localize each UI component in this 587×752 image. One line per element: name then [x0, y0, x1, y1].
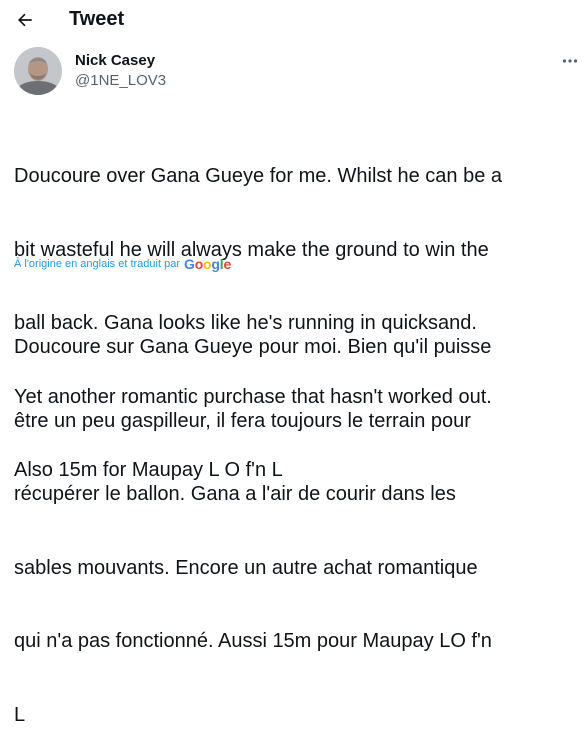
google-logo: Google [183, 256, 232, 272]
translated-line: L [14, 703, 26, 726]
translated-line: sables mouvants. Encore un autre achat r… [14, 556, 478, 579]
author-handle[interactable]: @1NE_LOV3 [75, 72, 166, 90]
translated-line: récupérer le ballon. Gana a l'air de cou… [14, 483, 456, 505]
avatar[interactable] [14, 47, 62, 95]
back-button[interactable] [10, 6, 40, 34]
translation-note: À l'origine en anglais et traduit par [14, 258, 180, 270]
translation-attribution[interactable]: À l'origine en anglais et traduit par Go… [14, 255, 231, 273]
tweet-line: Doucoure over Gana Gueye for me. Whilst … [14, 165, 503, 187]
more-button[interactable] [558, 52, 582, 70]
avatar-image [14, 47, 62, 95]
more-dots-icon [562, 59, 578, 63]
translated-text: Doucoure sur Gana Gueye pour moi. Bien q… [14, 286, 580, 752]
author-name[interactable]: Nick Casey [75, 52, 155, 70]
arrow-left-icon [18, 13, 32, 27]
page-title: Tweet [69, 8, 125, 30]
translated-line: Doucoure sur Gana Gueye pour moi. Bien q… [14, 336, 492, 358]
top-bar: Tweet [0, 0, 587, 40]
translated-line: qui n'a pas fonctionné. Aussi 15m pour M… [14, 630, 492, 652]
translated-line: être un peu gaspilleur, il fera toujours… [14, 409, 471, 432]
